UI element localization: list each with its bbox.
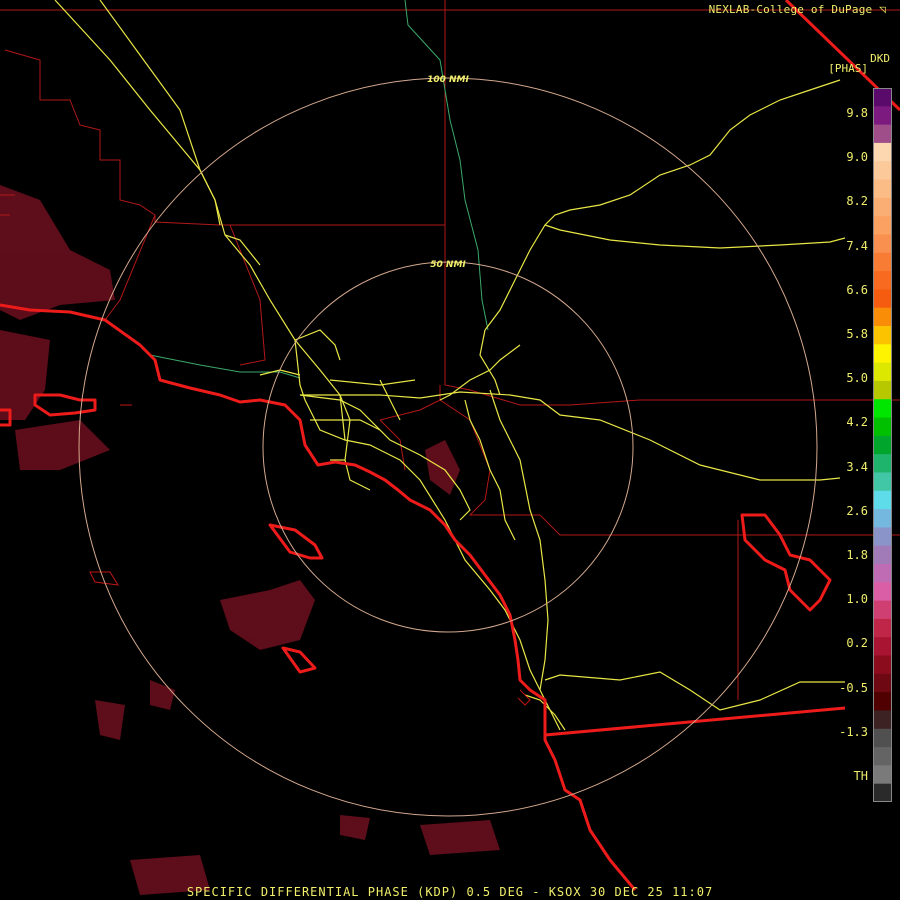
legend-tick-label: 3.4 bbox=[846, 459, 868, 474]
color-swatch bbox=[874, 582, 891, 602]
product-caption: SPECIFIC DIFFERENTIAL PHASE (KDP) 0.5 DE… bbox=[186, 885, 714, 899]
radar-map: 100 NMI 50 NMI bbox=[0, 0, 900, 895]
color-swatch bbox=[874, 435, 891, 455]
color-swatch bbox=[874, 710, 891, 730]
legend-tick-label: TH bbox=[853, 769, 868, 783]
color-swatch bbox=[874, 344, 891, 364]
legend-tick-label: 0.2 bbox=[846, 636, 868, 651]
color-swatch bbox=[874, 618, 891, 638]
logo-icon: ◹ bbox=[879, 3, 886, 16]
color-swatch bbox=[874, 417, 891, 437]
radar-echoes bbox=[0, 185, 500, 895]
color-swatch bbox=[874, 124, 891, 144]
color-swatch bbox=[874, 399, 891, 419]
color-swatch bbox=[874, 490, 891, 510]
legend-tick-label: -0.5 bbox=[839, 680, 868, 695]
legend-tick-label: 5.0 bbox=[846, 371, 868, 386]
color-swatch bbox=[874, 728, 891, 748]
color-swatch bbox=[874, 179, 891, 199]
color-swatch bbox=[874, 472, 891, 492]
river-line bbox=[149, 0, 489, 379]
range-ring-100-label: 100 NMI bbox=[427, 75, 469, 85]
color-swatch bbox=[874, 106, 891, 126]
color-swatch bbox=[874, 252, 891, 272]
color-swatch bbox=[874, 673, 891, 693]
color-swatch bbox=[874, 380, 891, 400]
coastline bbox=[0, 303, 846, 891]
color-swatch bbox=[874, 362, 891, 382]
color-swatch bbox=[874, 655, 891, 675]
legend-tick-label: 6.6 bbox=[846, 282, 868, 297]
color-swatch bbox=[874, 637, 891, 657]
legend-tick-label: 8.2 bbox=[846, 194, 868, 209]
highways bbox=[54, 0, 846, 731]
color-swatch bbox=[874, 216, 891, 236]
color-swatch bbox=[874, 197, 891, 217]
legend-tick-label: 1.0 bbox=[846, 592, 868, 607]
color-swatch bbox=[874, 509, 891, 528]
color-swatch bbox=[874, 747, 891, 766]
legend-tick-label: 4.2 bbox=[846, 415, 868, 430]
color-swatch bbox=[874, 783, 891, 802]
legend-tick-label: -1.3 bbox=[839, 724, 868, 739]
color-swatch bbox=[874, 545, 891, 565]
color-swatch bbox=[874, 454, 891, 474]
units-label: [PHAS] bbox=[828, 62, 868, 75]
legend-tick-label: 5.8 bbox=[846, 327, 868, 341]
color-scale-bar bbox=[873, 88, 892, 802]
color-swatch bbox=[874, 527, 891, 547]
color-swatch bbox=[874, 326, 891, 345]
product-code: DKD bbox=[870, 52, 890, 65]
color-swatch bbox=[874, 765, 891, 785]
color-swatch bbox=[874, 600, 891, 620]
legend-tick-label: 7.4 bbox=[846, 238, 868, 253]
legend-tick-label: 9.8 bbox=[846, 106, 868, 120]
color-swatch bbox=[874, 234, 891, 254]
color-swatch bbox=[874, 692, 891, 712]
color-swatch bbox=[874, 161, 891, 181]
legend-tick-label: 2.6 bbox=[846, 503, 868, 518]
county-borders bbox=[0, 0, 900, 700]
credit-label: NEXLAB-College of DuPage ◹ bbox=[708, 3, 886, 16]
color-swatch bbox=[874, 564, 891, 583]
color-swatch bbox=[874, 142, 891, 162]
legend-tick-label: 1.8 bbox=[846, 548, 868, 562]
color-swatch bbox=[874, 88, 891, 107]
color-swatch bbox=[874, 271, 891, 290]
range-ring-50-label: 50 NMI bbox=[430, 260, 466, 270]
legend-tick-label: 9.0 bbox=[846, 150, 868, 165]
color-swatch bbox=[874, 289, 891, 309]
color-swatch bbox=[874, 307, 891, 327]
